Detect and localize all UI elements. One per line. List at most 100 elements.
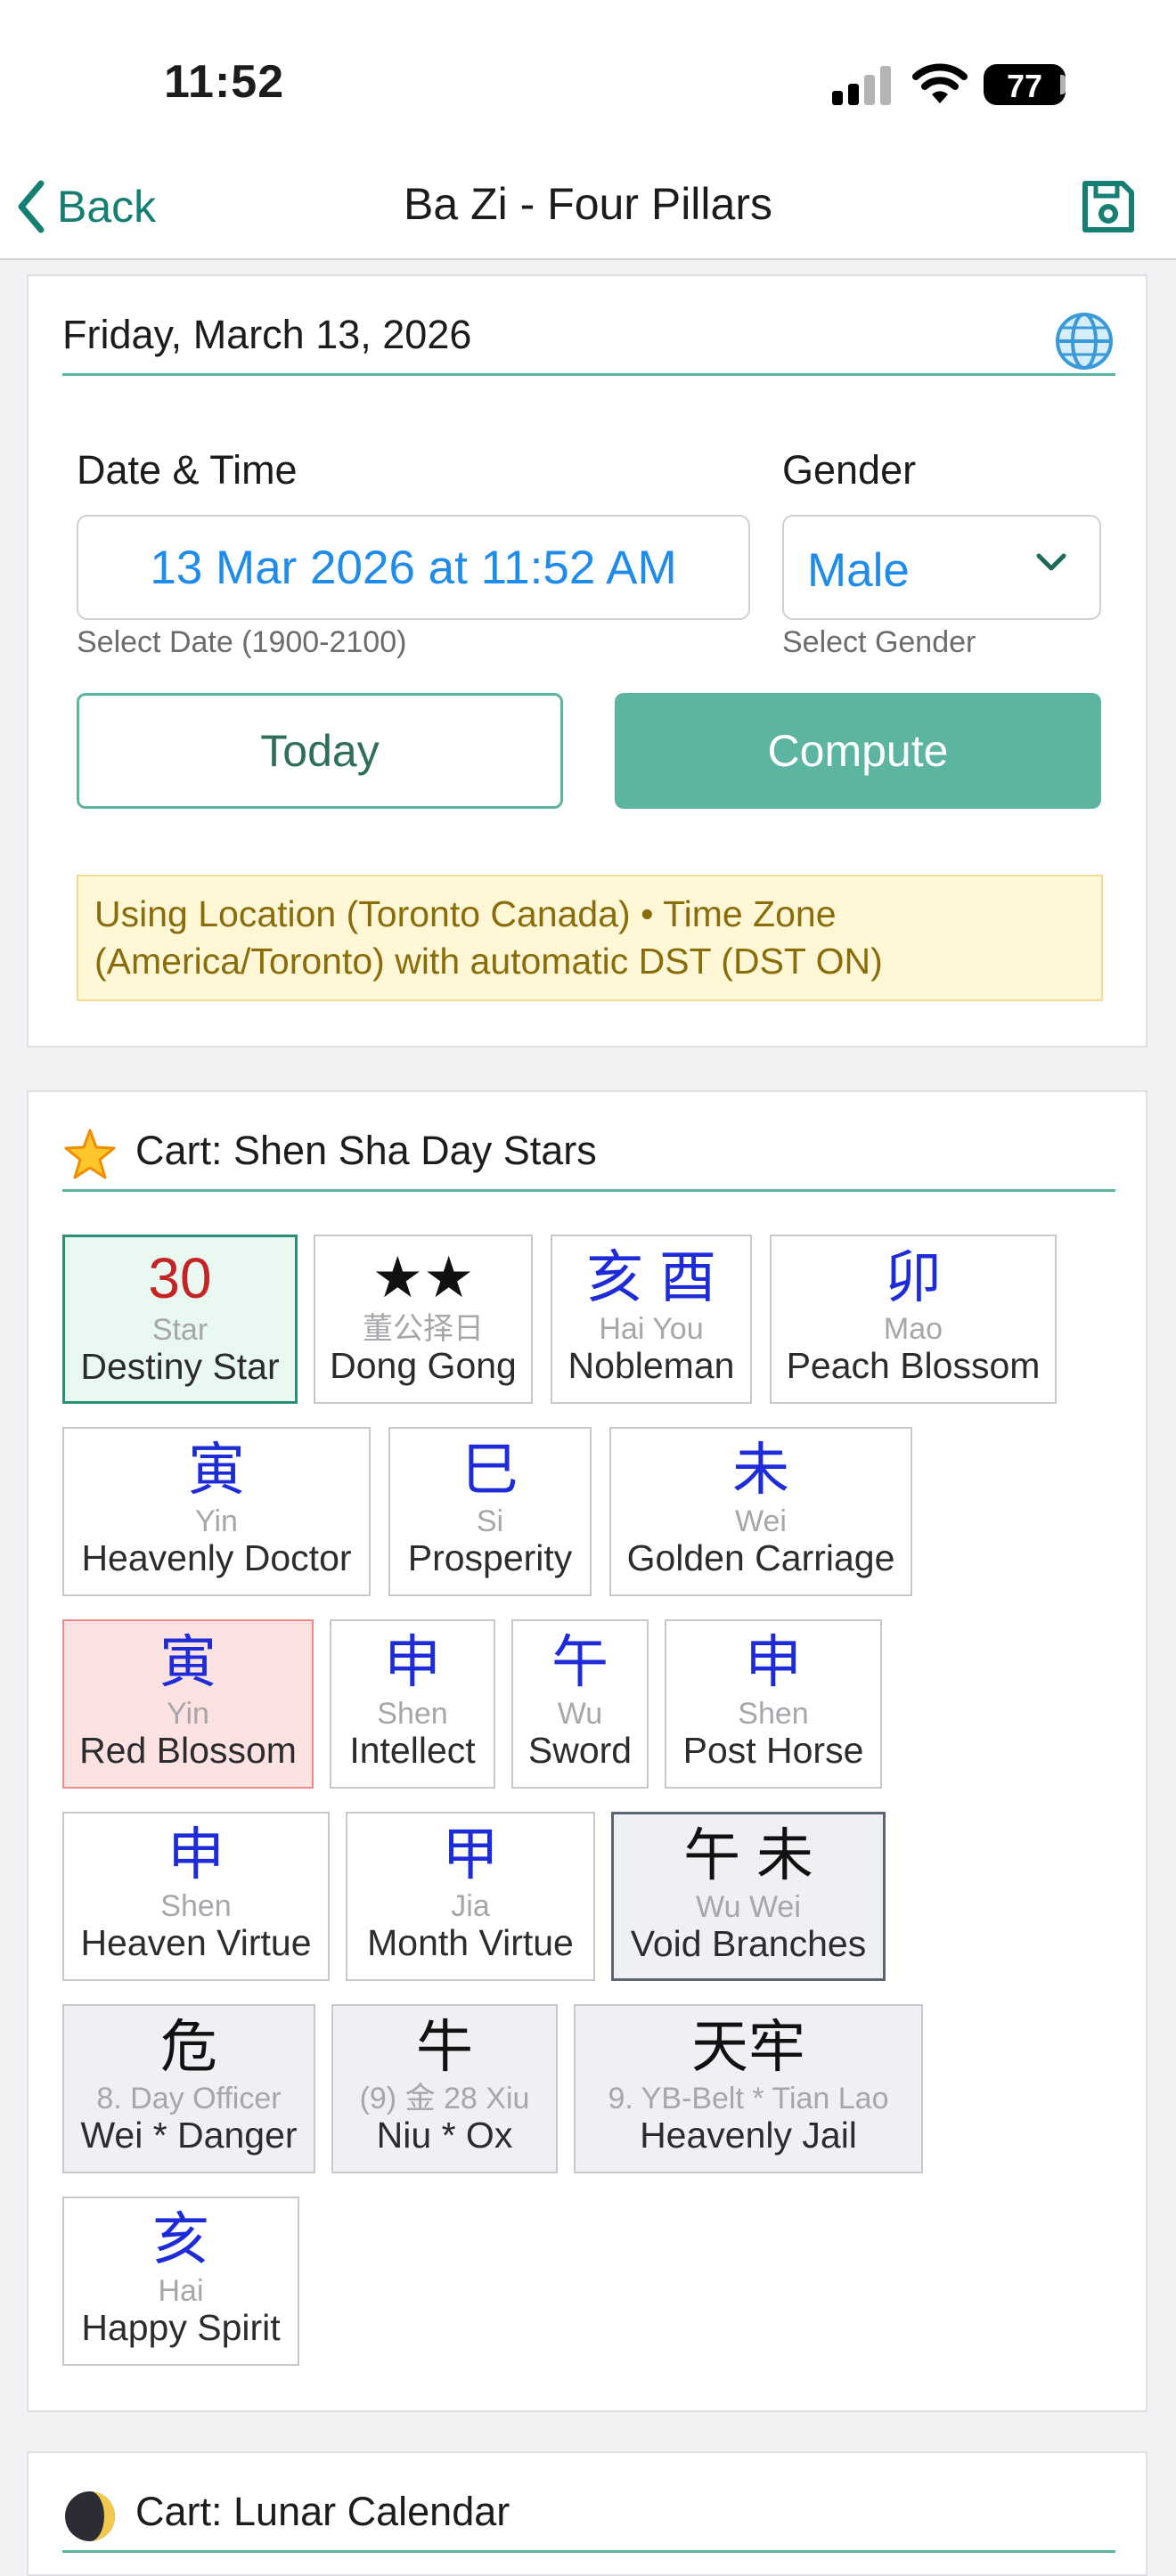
tile-main: 危 — [160, 2015, 217, 2079]
tile-name: Niu * Ox — [376, 2115, 513, 2156]
lunar-card-title: Cart: Lunar Calendar — [135, 2489, 510, 2534]
tile-prosperity[interactable]: 巳 Si Prosperity — [388, 1427, 592, 1596]
tile-sub: Star — [151, 1313, 208, 1347]
tile-golden-carriage[interactable]: 未 Wei Golden Carriage — [609, 1427, 912, 1596]
tile-destiny-star[interactable]: 30 Star Destiny Star — [62, 1235, 298, 1404]
tile-sub: 董公择日 — [363, 1312, 484, 1346]
today-button[interactable]: Today — [77, 693, 563, 809]
tile-main: 天牢 — [691, 2015, 805, 2079]
tile-sword[interactable]: 午 Wu Sword — [511, 1619, 649, 1789]
tile-red-blossom[interactable]: 寅 Yin Red Blossom — [62, 1619, 314, 1789]
tile-post-horse[interactable]: 申 Shen Post Horse — [665, 1619, 882, 1789]
tile-sub: Si — [476, 1504, 504, 1538]
tile-sub: Wu Wei — [696, 1890, 801, 1924]
gender-value: Male — [807, 544, 910, 597]
tile-sub: (9) 金 28 Xiu — [359, 2082, 530, 2115]
tile-sub: Yin — [195, 1504, 238, 1538]
status-time: 11:52 — [164, 56, 285, 108]
tile-28-xiu[interactable]: 牛 (9) 金 28 Xiu Niu * Ox — [331, 2004, 558, 2173]
location-note: Using Location (Toronto Canada) • Time Z… — [77, 875, 1103, 1001]
tile-main: 巳 — [461, 1438, 519, 1502]
tile-main: 30 — [148, 1246, 212, 1310]
battery-level: 77 — [1006, 68, 1043, 104]
cellular-signal-icon — [832, 66, 894, 105]
tile-sub: Jia — [451, 1889, 490, 1923]
tile-dong-gong[interactable]: ★★ 董公择日 Dong Gong — [314, 1235, 533, 1404]
tile-name: Happy Spirit — [81, 2307, 281, 2348]
moon-icon — [65, 2491, 115, 2541]
date-hint: Select Date (1900-2100) — [77, 625, 407, 659]
tile-heavenly-doctor[interactable]: 寅 Yin Heavenly Doctor — [62, 1427, 371, 1596]
shen-sha-day-stars-card: Cart: Shen Sha Day Stars 30 Star Destiny… — [27, 1090, 1147, 2412]
tile-main: 牛 — [416, 2015, 473, 2079]
back-label: Back — [57, 182, 157, 232]
tile-heavenly-jail[interactable]: 天牢 9. YB-Belt * Tian Lao Heavenly Jail — [574, 2004, 923, 2173]
tile-void-branches[interactable]: 午 未 Wu Wei Void Branches — [611, 1812, 886, 1981]
compute-button[interactable]: Compute — [615, 693, 1101, 809]
tile-sub: Shen — [377, 1697, 448, 1731]
glowing-star-icon — [64, 1129, 116, 1179]
page-title: Ba Zi - Four Pillars — [404, 179, 772, 229]
stars-header: Cart: Shen Sha Day Stars — [62, 1128, 1115, 1192]
tile-name: Destiny Star — [80, 1346, 280, 1387]
tile-main: 申 — [167, 1822, 225, 1887]
tile-sub: 8. Day Officer — [96, 2082, 282, 2115]
tile-sub: Yin — [167, 1697, 209, 1731]
tile-happy-spirit[interactable]: 亥 Hai Happy Spirit — [62, 2197, 299, 2366]
tile-sub: Mao — [883, 1312, 943, 1346]
tile-name: Red Blossom — [79, 1730, 297, 1771]
date-form-card: Friday, March 13, 2026 Date & Time Gende… — [27, 274, 1147, 1048]
tile-main: 甲 — [442, 1822, 499, 1887]
date-heading: Friday, March 13, 2026 — [62, 312, 472, 357]
tile-main: 寅 — [159, 1630, 216, 1694]
chevron-down-icon — [1036, 553, 1066, 571]
tile-name: Dong Gong — [330, 1345, 517, 1386]
navigation-bar: Back Ba Zi - Four Pillars — [0, 160, 1176, 260]
tile-sub: Wu — [557, 1697, 603, 1731]
tile-name: Intellect — [349, 1730, 476, 1771]
tile-day-officer[interactable]: 危 8. Day Officer Wei * Danger — [62, 2004, 315, 2173]
date-time-picker[interactable]: 13 Mar 2026 at 11:52 AM — [77, 515, 750, 620]
tile-main: 午 未 — [683, 1823, 813, 1887]
save-button[interactable] — [1073, 171, 1144, 242]
battery-cap — [1060, 75, 1066, 94]
tile-name: Heavenly Doctor — [81, 1537, 352, 1578]
tile-name: Month Virtue — [367, 1922, 574, 1963]
battery-icon: 77 — [984, 64, 1066, 105]
tile-name: Peach Blossom — [786, 1345, 1041, 1386]
tile-name: Void Branches — [630, 1923, 867, 1964]
tile-name: Prosperity — [407, 1537, 573, 1578]
tile-sub: Wei — [735, 1504, 787, 1538]
tile-name: Heaven Virtue — [80, 1922, 312, 1963]
tile-name: Heavenly Jail — [640, 2115, 857, 2156]
tile-intellect[interactable]: 申 Shen Intellect — [330, 1619, 495, 1789]
tile-sub: Hai — [158, 2274, 204, 2308]
tile-sub: Shen — [738, 1697, 809, 1731]
wifi-icon — [912, 63, 968, 103]
gender-select[interactable]: Male — [782, 515, 1101, 620]
tile-heaven-virtue[interactable]: 申 Shen Heaven Virtue — [62, 1812, 330, 1981]
tile-nobleman[interactable]: 亥 酉 Hai You Nobleman — [551, 1235, 752, 1404]
tile-main: 亥 — [152, 2207, 209, 2271]
tile-main: 亥 酉 — [586, 1245, 716, 1309]
tile-main: 未 — [732, 1438, 789, 1502]
tile-month-virtue[interactable]: 甲 Jia Month Virtue — [346, 1812, 595, 1981]
status-bar: 11:52 77 — [0, 0, 1176, 160]
lunar-calendar-card: Cart: Lunar Calendar — [27, 2451, 1147, 2576]
tile-peach-blossom[interactable]: 卯 Mao Peach Blossom — [770, 1235, 1057, 1404]
tile-sub: Shen — [160, 1889, 232, 1923]
gender-hint: Select Gender — [782, 625, 976, 659]
tile-main: 寅 — [188, 1438, 245, 1502]
tile-name: Nobleman — [568, 1345, 735, 1386]
tile-name: Sword — [527, 1730, 633, 1771]
tile-sub: 9. YB-Belt * Tian Lao — [608, 2082, 889, 2115]
lunar-header: Cart: Lunar Calendar — [62, 2489, 1115, 2553]
tile-main: 午 — [551, 1630, 608, 1694]
tile-main: ★★ — [372, 1245, 475, 1309]
back-button[interactable]: Back — [16, 171, 156, 242]
tile-name: Golden Carriage — [626, 1537, 895, 1578]
tile-name: Post Horse — [682, 1730, 864, 1771]
globe-icon[interactable] — [1053, 310, 1115, 372]
date-heading-row: Friday, March 13, 2026 — [62, 312, 1115, 376]
date-time-label: Date & Time — [77, 447, 298, 493]
